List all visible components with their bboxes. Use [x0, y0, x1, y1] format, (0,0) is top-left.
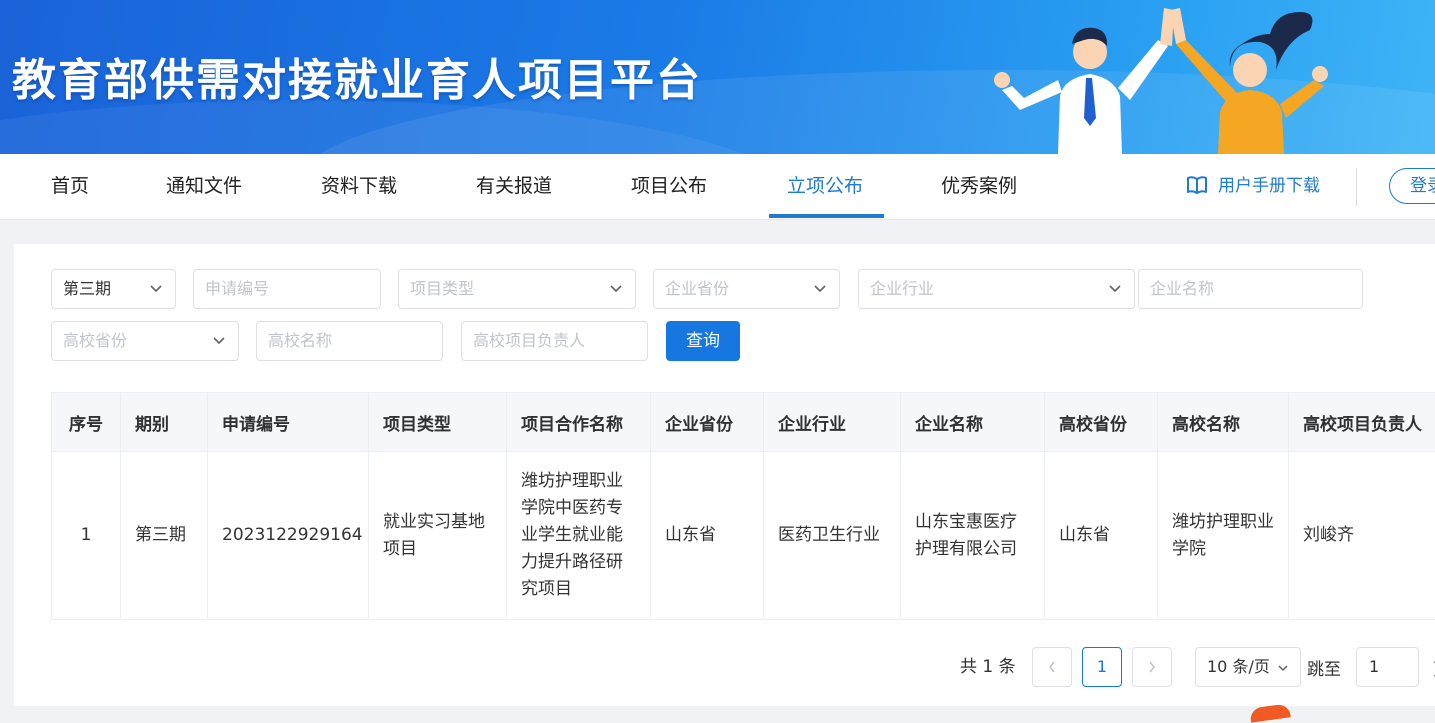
table-cell: 刘峻齐 [1289, 452, 1435, 620]
project-type-placeholder: 项目类型 [410, 279, 474, 298]
table-cell: 山东宝惠医疗护理有限公司 [901, 452, 1045, 620]
nav-item-excellent-cases[interactable]: 优秀案例 [941, 154, 1017, 219]
floating-widget-edge[interactable] [1249, 703, 1291, 722]
chevron-down-icon [813, 270, 827, 308]
table-cell: 山东省 [1045, 452, 1158, 620]
page-number-button[interactable]: 1 [1082, 647, 1122, 687]
table-cell: 潍坊护理职业学院中医药专业学生就业能力提升路径研究项目 [507, 452, 651, 620]
chevron-down-icon [212, 322, 226, 360]
period-select[interactable]: 第三期 [51, 269, 176, 309]
enterprise-industry-placeholder: 企业行业 [870, 279, 934, 298]
table-cell: 第三期 [121, 452, 208, 620]
nav-item-reports[interactable]: 有关报道 [476, 154, 552, 219]
table-cell: 就业实习基地项目 [369, 452, 507, 620]
university-province-select[interactable]: 高校省份 [51, 321, 239, 361]
chevron-down-icon [1277, 663, 1289, 673]
enterprise-name-field[interactable] [1150, 279, 1341, 298]
table-cell: 山东省 [651, 452, 764, 620]
query-button[interactable]: 查询 [666, 321, 740, 361]
main-nav: 首页 通知文件 资料下载 有关报道 项目公布 立项公布 优秀案例 用户手册下载 [0, 154, 1435, 220]
prev-page-button[interactable] [1032, 647, 1072, 687]
column-header: 序号 [52, 393, 121, 452]
enterprise-province-select[interactable]: 企业省份 [653, 269, 840, 309]
next-page-button[interactable] [1132, 647, 1172, 687]
content-card: 第三期 项目类型 企业省份 企业行业 高校省份 查询 [14, 244, 1435, 706]
project-type-select[interactable]: 项目类型 [398, 269, 636, 309]
column-header: 高校项目负责人 [1289, 393, 1435, 452]
nav-item-home[interactable]: 首页 [51, 154, 89, 219]
table-cell: 潍坊护理职业学院 [1158, 452, 1289, 620]
user-manual-download-link[interactable]: 用户手册下载 [1186, 154, 1320, 219]
header-banner: 教育部供需对接就业育人项目平台 [0, 0, 1435, 154]
chevron-left-icon [1046, 648, 1058, 686]
chevron-down-icon [609, 270, 623, 308]
page-size-value: 10 条/页 [1207, 657, 1270, 676]
nav-item-notices[interactable]: 通知文件 [166, 154, 242, 219]
enterprise-province-placeholder: 企业省份 [665, 279, 729, 298]
active-tab-indicator [769, 214, 884, 218]
column-header: 项目合作名称 [507, 393, 651, 452]
table-cell: 医药卫生行业 [764, 452, 901, 620]
table-cell: 2023122929164 [208, 452, 369, 620]
column-header: 高校名称 [1158, 393, 1289, 452]
chevron-right-icon [1146, 648, 1158, 686]
jump-page-input[interactable]: 1 [1356, 647, 1419, 687]
nav-item-project-announcements[interactable]: 项目公布 [631, 154, 707, 219]
jump-to-label: 跳至 [1307, 655, 1341, 680]
nav-item-downloads[interactable]: 资料下载 [321, 154, 397, 219]
university-leader-field[interactable] [473, 331, 630, 350]
university-name-field[interactable] [268, 331, 425, 350]
column-header: 企业行业 [764, 393, 901, 452]
column-header: 期别 [121, 393, 208, 452]
table-header-row: 序号 期别 申请编号 项目类型 项目合作名称 企业省份 企业行业 企业名称 高校… [52, 393, 1435, 452]
university-name-input[interactable] [256, 321, 443, 361]
nav-divider [1356, 168, 1357, 206]
site-title: 教育部供需对接就业育人项目平台 [12, 44, 702, 108]
table-cell: 1 [52, 452, 121, 620]
column-header: 企业省份 [651, 393, 764, 452]
application-no-field[interactable] [205, 279, 363, 298]
results-table: 序号 期别 申请编号 项目类型 项目合作名称 企业省份 企业行业 企业名称 高校… [51, 392, 1435, 620]
application-no-input[interactable] [193, 269, 381, 309]
table-row: 1 第三期 2023122929164 就业实习基地项目 潍坊护理职业学院中医药… [52, 452, 1435, 620]
enterprise-industry-select[interactable]: 企业行业 [858, 269, 1135, 309]
university-leader-input[interactable] [461, 321, 648, 361]
login-button[interactable]: 登录 [1389, 168, 1435, 204]
total-count: 共 1 条 [960, 652, 1016, 677]
column-header: 高校省份 [1045, 393, 1158, 452]
column-header: 申请编号 [208, 393, 369, 452]
book-icon [1186, 175, 1208, 195]
page-size-select[interactable]: 10 条/页 [1195, 647, 1301, 687]
column-header: 企业名称 [901, 393, 1045, 452]
high-five-illustration [980, 0, 1340, 154]
period-select-value: 第三期 [63, 279, 111, 298]
university-province-placeholder: 高校省份 [63, 331, 127, 350]
nav-item-approved-projects[interactable]: 立项公布 [787, 154, 863, 219]
enterprise-name-input[interactable] [1138, 269, 1363, 309]
user-manual-label: 用户手册下载 [1218, 176, 1320, 196]
chevron-down-icon [149, 270, 163, 308]
column-header: 项目类型 [369, 393, 507, 452]
chevron-down-icon [1108, 270, 1122, 308]
